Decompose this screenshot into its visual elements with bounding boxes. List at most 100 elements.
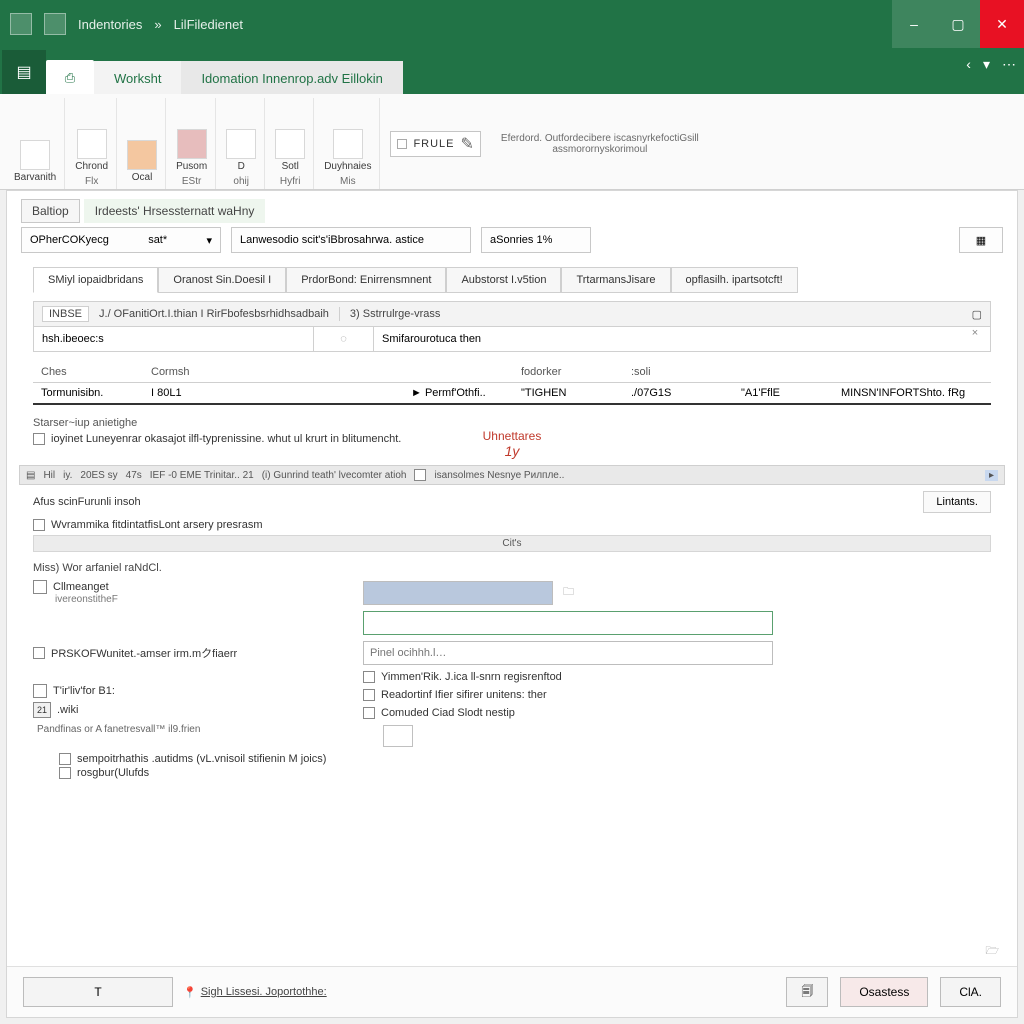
status-strip: ▤ Hil iy. 20ES sy 47s IEF -0 EME Trinita… [19, 465, 1005, 485]
checkbox-1-label: ioyinet Luneyenrar okasajot ilfl-typreni… [51, 433, 401, 445]
form-c3-label: sempoitrhathis .autidms (vL.vnisoil stif… [77, 753, 326, 765]
ws-tab-0[interactable]: Baltiop [21, 199, 80, 223]
ws-field-1-drop-icon[interactable]: ▾ [206, 234, 212, 247]
ribbon-item-duyhnaies[interactable]: Duyhnaies [324, 129, 371, 172]
form-r3-label: T'ir'liv'for B1: [53, 685, 115, 697]
corner-help-icon[interactable]: 🗁 [985, 942, 999, 961]
form-rr1-label: Yimmen'Rik. J.ica ll-snrn regisrenftod [381, 671, 562, 683]
section-1-label: Starser~iup anietighe [33, 417, 991, 429]
main-tabbar: ▤ ⎙ Worksht Idomation Innenrop.adv Eillo… [0, 48, 1024, 94]
ws-corner-button[interactable]: ▦ [959, 227, 1003, 253]
th-2[interactable] [233, 362, 403, 382]
td-3: ► Permf'Othfi.. [403, 383, 513, 403]
tabbar-back-icon[interactable]: ‹ [966, 56, 971, 73]
bar1-a[interactable]: INBSE [42, 306, 89, 322]
strip-0: Hil [43, 470, 55, 481]
strip-6: isansolmes Nesnye Рилпле.. [434, 470, 564, 481]
tabbar-more-icon[interactable]: ⋯ [1002, 56, 1016, 73]
doc-title: LilFiledienet [174, 17, 243, 32]
ws-tab-1[interactable]: Irdeests' Hrsessternatt waHny [84, 199, 266, 223]
input-r2[interactable] [363, 641, 773, 665]
ribbon-item-sotl[interactable]: Sotl [275, 129, 305, 172]
subtab-1[interactable]: Oranost Sin.Doesil I [158, 267, 286, 293]
subtab-4[interactable]: TrtarmansJisare [561, 267, 670, 293]
close-dialog-button[interactable]: ClA. [940, 977, 1001, 1007]
form-small-box[interactable] [383, 725, 413, 747]
qa-icon-1[interactable] [44, 13, 66, 35]
strip-icon[interactable]: ▤ [26, 470, 35, 481]
checkbox-c4[interactable] [59, 767, 71, 779]
subtab-2[interactable]: PrdorBond: Enirrensmnent [286, 267, 446, 293]
tabbar-drop-icon[interactable]: ▾ [983, 56, 990, 73]
input-highlighted[interactable] [363, 581, 553, 605]
td-4: "TIGHEN [513, 383, 623, 403]
ribbon-group-2: Ocal [119, 98, 166, 189]
td-7: MINSN'INFORTShto. fRg [833, 383, 991, 403]
data-table: Ches Cormsh fodorker :soli Tormunisibn. … [33, 362, 991, 405]
form-c4-label: rosgbur(Ulufds [77, 767, 149, 779]
ribbon-item-pusom[interactable]: Pusom [176, 129, 207, 172]
th-1[interactable]: Cormsh [143, 362, 233, 382]
ws-field-3[interactable]: aSonries 1% [481, 227, 591, 253]
subtab-bar: SMiyl iopaidbridans Oranost Sin.Doesil I… [7, 257, 1017, 293]
td-6: "A1'FflE [733, 383, 833, 403]
ribbon-item-d[interactable]: D [226, 129, 256, 172]
form-r3b-badge: 21 [33, 702, 51, 718]
table-row[interactable]: Tormunisibn. I 80L1 ► Permf'Othfi.. "TIG… [33, 383, 991, 405]
app-icon [10, 13, 32, 35]
input-helper-icon[interactable]: 🗀 [563, 583, 574, 602]
bar1-c: 3) Sstrrulrge-vrass [350, 308, 440, 320]
tab-primary[interactable]: ⎙ [46, 60, 94, 94]
kv-left: hsh.ibeoec:s [34, 327, 314, 351]
tab-secondary[interactable]: Idomation Innenrop.adv Eillokin [181, 61, 402, 94]
subtab-5[interactable]: opflasilh. ipartsotcft! [671, 267, 798, 293]
form-r1b-label: ivereonstitheF [55, 594, 353, 605]
mid-divider-label: Cit's [502, 538, 521, 549]
checkbox-rr1[interactable] [363, 671, 375, 683]
minimize-button[interactable]: – [892, 0, 936, 48]
strip-check[interactable] [414, 469, 426, 481]
ribbon-item-barvanith[interactable]: Barvanith [14, 140, 56, 183]
checkbox-c3[interactable] [59, 753, 71, 765]
subtab-3[interactable]: Aubstorst I.v5tion [446, 267, 561, 293]
form-r4-label: Pandfinas or A fanetresvall™ il9.frien [37, 724, 353, 735]
ribbon-note-1: Eferdord. Outfordecibere iscasnyrkefocti… [501, 133, 699, 144]
section-2-label: Afus scinFurunli insoh [33, 496, 141, 508]
ribbon-group-3: Pusom EStr [168, 98, 216, 189]
dialog-footer: T 📍 Sigh Lissesi. Joportothhe: 🗐 Osastes… [7, 966, 1017, 1017]
strip-scroll-icon[interactable]: ▸ [985, 470, 998, 481]
ribbon: Barvanith Chrond Flx Ocal Pusom EStr D o… [0, 94, 1024, 190]
footer-icon-button[interactable]: 🗐 [786, 977, 828, 1007]
checkbox-rr3[interactable] [363, 707, 375, 719]
ws-field-1-value: sat* [148, 234, 167, 246]
details-button[interactable]: Lintants. [923, 491, 991, 513]
subtab-0[interactable]: SMiyl iopaidbridans [33, 267, 158, 293]
th-6[interactable] [733, 362, 833, 382]
rule-edit-icon[interactable]: ✎ [461, 134, 474, 154]
maximize-button[interactable]: ▢ [936, 0, 980, 48]
th-7[interactable] [833, 362, 991, 382]
tab-worksheet[interactable]: Worksht [94, 61, 181, 94]
bar1-expand-icon[interactable]: ▢ [972, 308, 982, 321]
ribbon-item-ocal[interactable]: Ocal [127, 140, 157, 183]
file-tab[interactable]: ▤ [2, 50, 46, 94]
th-3[interactable] [403, 362, 513, 382]
ws-field-1-label: OPherCOKyecg [30, 234, 109, 246]
confirm-button[interactable]: Osastess [840, 977, 928, 1007]
footer-left-link[interactable]: Sigh Lissesi. Joportothhe: [201, 986, 327, 998]
th-0[interactable]: Ches [33, 362, 143, 382]
ws-field-1[interactable]: OPherCOKyecg sat* ▾ [21, 227, 221, 253]
checkbox-2[interactable] [33, 519, 45, 531]
input-secondary[interactable] [363, 611, 773, 635]
kv-mid-icon[interactable]: ◌ [314, 327, 374, 351]
close-button[interactable]: ✕ [980, 0, 1024, 48]
form-area: Miss) Wor arfaniel raNdCl. Cllmeanget iv… [7, 556, 1017, 779]
strip-2: 20ES sy [80, 470, 117, 481]
th-4[interactable]: fodorker [513, 362, 623, 382]
checkbox-r2[interactable] [33, 647, 45, 659]
footer-left-box[interactable]: T [23, 977, 173, 1007]
th-5[interactable]: :soli [623, 362, 733, 382]
ribbon-item-chrond[interactable]: Chrond [75, 129, 108, 172]
kv-close-icon[interactable]: × [960, 327, 990, 351]
checkbox-1[interactable] [33, 433, 45, 445]
